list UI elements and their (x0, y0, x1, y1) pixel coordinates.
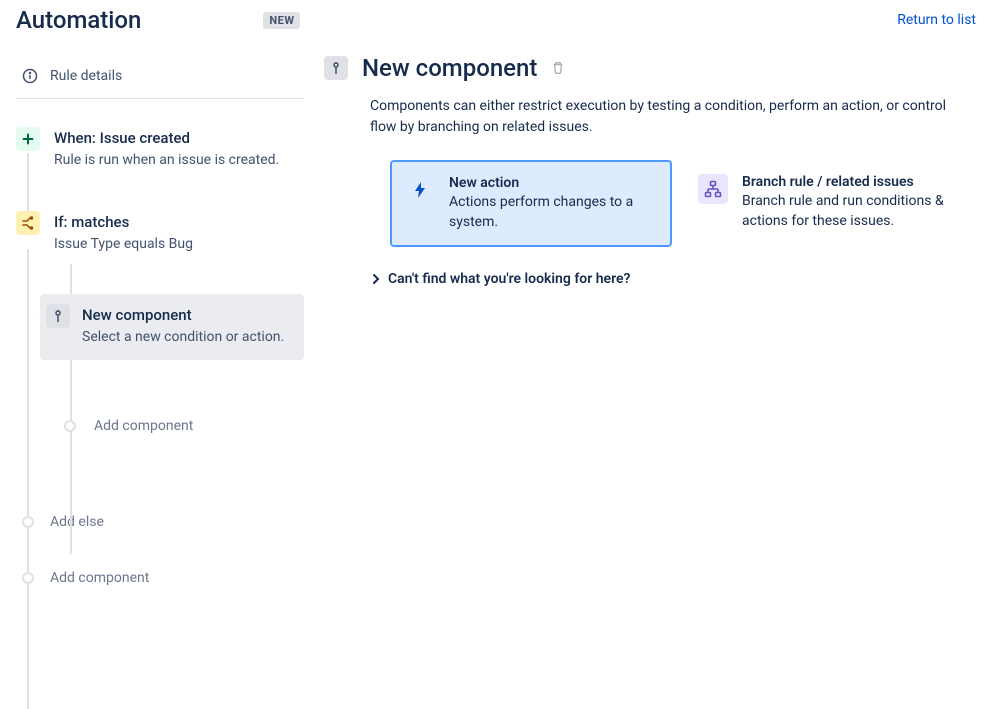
branch-rule-title: Branch rule / related issues (742, 174, 950, 190)
branch-rule-desc: Branch rule and run conditions & actions… (742, 192, 950, 231)
new-component-step[interactable]: New component Select a new condition or … (40, 294, 304, 360)
circle-icon (64, 420, 76, 432)
add-else[interactable]: Add else (16, 514, 304, 530)
rule-details-link[interactable]: Rule details (16, 54, 304, 99)
info-icon (22, 68, 38, 84)
add-component-nested-label: Add component (94, 418, 193, 434)
cant-find-expander[interactable]: Can't find what you're looking for here? (370, 271, 964, 287)
page-title: Automation (16, 6, 141, 34)
new-badge: NEW (263, 12, 300, 29)
rule-details-label: Rule details (50, 68, 122, 84)
branch-rule-card[interactable]: Branch rule / related issues Branch rule… (684, 160, 964, 247)
delete-button[interactable] (551, 61, 565, 75)
branch-icon (16, 211, 40, 235)
add-else-label: Add else (50, 514, 104, 530)
return-to-list-link[interactable]: Return to list (897, 12, 976, 28)
panel-title: New component (362, 54, 537, 82)
lightning-icon (405, 175, 435, 205)
component-icon (324, 56, 348, 80)
chevron-right-icon (370, 273, 382, 285)
new-action-title: New action (449, 175, 657, 191)
circle-icon (22, 516, 34, 528)
new-component-desc: Select a new condition or action. (82, 327, 294, 347)
trigger-title: When: Issue created (54, 128, 304, 148)
condition-step[interactable]: If: matches Issue Type equals Bug (16, 211, 304, 255)
panel-description: Components can either restrict execution… (370, 96, 954, 138)
new-action-card[interactable]: New action Actions perform changes to a … (390, 160, 672, 247)
cant-find-label: Can't find what you're looking for here? (388, 271, 630, 287)
new-component-title: New component (82, 305, 294, 325)
trash-icon (551, 61, 565, 75)
add-component-nested[interactable]: Add component (58, 418, 304, 434)
trigger-desc: Rule is run when an issue is created. (54, 150, 304, 170)
add-component[interactable]: Add component (16, 570, 304, 586)
add-component-label: Add component (50, 570, 149, 586)
hierarchy-icon (698, 174, 728, 204)
trigger-step[interactable]: When: Issue created Rule is run when an … (16, 127, 304, 171)
condition-desc: Issue Type equals Bug (54, 234, 304, 254)
new-action-desc: Actions perform changes to a system. (449, 193, 657, 232)
plus-icon (16, 127, 40, 151)
component-icon (46, 304, 70, 328)
circle-icon (22, 572, 34, 584)
condition-title: If: matches (54, 212, 304, 232)
